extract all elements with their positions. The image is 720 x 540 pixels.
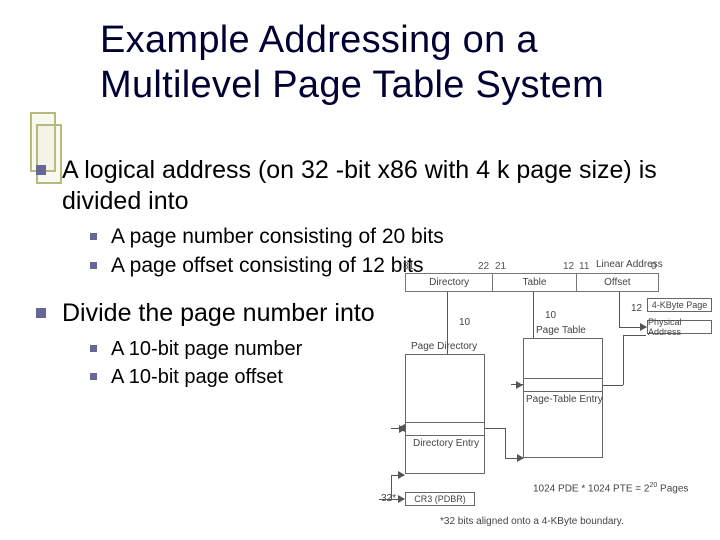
bullet-text: A 10-bit page number (111, 336, 302, 362)
bullet-icon (90, 233, 97, 240)
page-table-entry-box (523, 378, 603, 392)
slide-title: Example Addressing on a Multilevel Page … (100, 18, 695, 108)
connector (623, 335, 646, 336)
arrow-icon (640, 323, 647, 331)
directory-entry-label: Directory Entry (413, 438, 479, 449)
page-table-label: Page Table (536, 325, 586, 336)
bullet-icon (90, 262, 97, 269)
pde-pte-equation: 1024 PDE * 1024 PTE = 220 Pages (533, 482, 688, 494)
list-item: A logical address (on 32 -bit x86 with 4… (30, 155, 690, 216)
bullet-icon (36, 308, 46, 318)
connector (619, 292, 620, 327)
bit-number: 31 (403, 261, 414, 272)
list-item: A page number consisting of 20 bits (90, 224, 690, 251)
connector (603, 385, 623, 386)
bit-number: 0 (651, 261, 657, 272)
bullet-icon (90, 345, 97, 352)
arrow-icon (398, 495, 405, 503)
bullet-text: A logical address (on 32 -bit x86 with 4… (62, 155, 690, 216)
bit-number: 11 (579, 261, 589, 272)
bullet-icon (36, 165, 46, 175)
directory-entry-box (405, 422, 485, 436)
segment-table: Table (493, 274, 576, 291)
connector (391, 475, 392, 499)
bullet-text: A page number consisting of 20 bits (111, 224, 444, 251)
connector (505, 428, 506, 458)
arrow-icon (398, 471, 405, 479)
connector (485, 428, 505, 429)
page-directory-label: Page Directory (411, 341, 477, 352)
bullet-text: Divide the page number into (62, 298, 375, 329)
segment-offset: Offset (577, 274, 658, 291)
page-4k-box: 4-KByte Page (647, 298, 712, 312)
page-table-entry-label: Page-Table Entry (526, 394, 603, 405)
width-label: 12 (631, 303, 642, 314)
physical-address-box: Physical Address (647, 320, 712, 334)
page-directory-box (405, 354, 485, 474)
pde-pte-prefix: 1024 PDE * 1024 PTE = 2 (533, 483, 649, 494)
bit-number: 22 (478, 261, 489, 272)
diagram-footnote: *32 bits aligned onto a 4-KByte boundary… (440, 516, 624, 527)
cr3-box: CR3 (PDBR) (405, 492, 475, 506)
connector (623, 335, 624, 385)
arrow-icon (517, 454, 524, 462)
bit-number: 12 (563, 261, 574, 272)
paging-diagram: Linear Address 31 22 21 12 11 0 Director… (361, 258, 718, 526)
arrow-icon (516, 381, 523, 389)
bullet-icon (90, 373, 97, 380)
bit-number: 21 (495, 261, 506, 272)
linear-address-bar: Directory Table Offset (405, 273, 659, 292)
width-label: 10 (545, 310, 556, 321)
bullet-text: A 10-bit page offset (111, 364, 283, 390)
segment-directory: Directory (406, 274, 493, 291)
pde-pte-suffix: Pages (657, 483, 688, 494)
width-label: 10 (459, 317, 470, 328)
